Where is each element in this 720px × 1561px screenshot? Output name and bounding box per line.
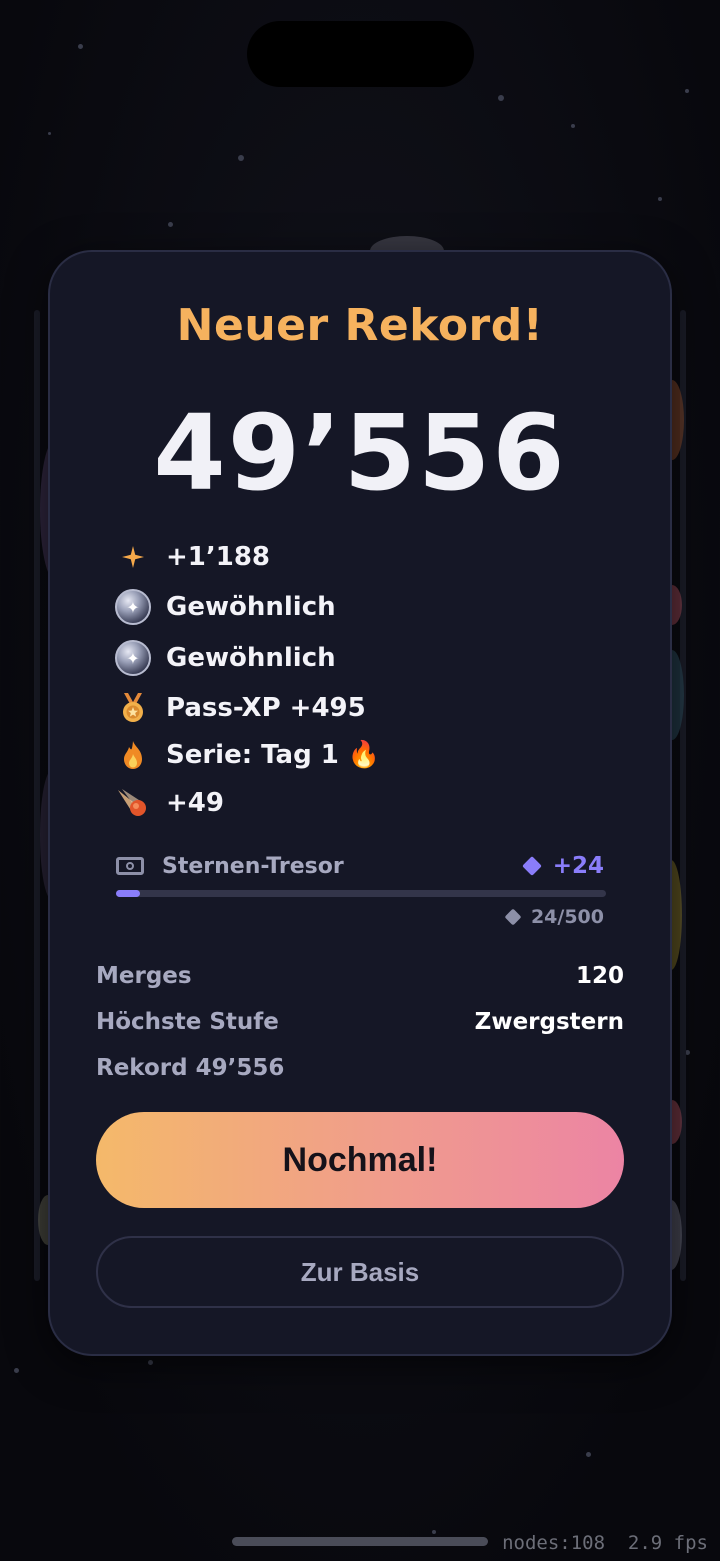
- reward-row: +49: [112, 783, 224, 823]
- sparkle-icon: [112, 536, 154, 578]
- stat-value: Zwergstern: [474, 1009, 624, 1035]
- diamond-icon: [521, 856, 542, 876]
- common-orb-icon: ✦: [112, 586, 154, 628]
- stat-value: 120: [575, 963, 624, 989]
- stat-label: Rekord 49’556: [96, 1055, 285, 1081]
- star-dot: [685, 89, 689, 93]
- reward-text: Gewöhnlich: [166, 592, 336, 622]
- final-score: 49’556: [153, 392, 567, 514]
- star-dot: [14, 1368, 19, 1373]
- vault-row: Sternen-Tresor +24: [116, 848, 604, 884]
- reward-text: Serie: Tag 1 🔥: [166, 740, 381, 770]
- star-dot: [498, 95, 504, 101]
- vault-progress-bar: [116, 890, 606, 897]
- vault-progress-count: 24/500: [504, 906, 604, 928]
- stat-row-merges: Merges 120: [96, 960, 624, 992]
- vault-progress-fill: [116, 890, 140, 897]
- reward-row: ✦ Gewöhnlich: [112, 587, 336, 627]
- star-dot: [658, 197, 662, 201]
- star-dot: [238, 155, 244, 161]
- reward-text: +1’188: [166, 542, 271, 572]
- star-dot: [48, 132, 51, 135]
- reward-text: Pass-XP +495: [166, 693, 366, 723]
- back-to-base-button[interactable]: Zur Basis: [96, 1236, 624, 1308]
- vault-count-value: 24/500: [530, 906, 604, 928]
- star-dot: [78, 44, 83, 49]
- debug-fps: 2.9 fps: [627, 1532, 708, 1554]
- common-orb-icon: ✦: [112, 637, 154, 679]
- vault-label: Sternen-Tresor: [162, 853, 344, 879]
- reward-text: +49: [166, 788, 224, 818]
- reward-row: +1’188: [112, 537, 270, 577]
- stat-row-highest-tier: Höchste Stufe Zwergstern: [96, 1006, 624, 1038]
- dynamic-island: [247, 21, 474, 87]
- reward-row: ✦ Gewöhnlich: [112, 638, 336, 678]
- new-record-title: Neuer Rekord!: [176, 300, 544, 351]
- vault-gain-value: +24: [552, 853, 604, 879]
- vault-icon: [116, 857, 144, 875]
- debug-overlay: nodes:108 2.9 fps: [502, 1532, 708, 1554]
- star-dot: [168, 222, 173, 227]
- home-indicator[interactable]: [232, 1537, 488, 1546]
- debug-nodes: nodes:108: [502, 1532, 606, 1554]
- star-dot: [571, 124, 575, 128]
- stat-label: Höchste Stufe: [96, 1009, 279, 1035]
- vault-gain: +24: [521, 853, 604, 879]
- star-dot: [586, 1452, 591, 1457]
- stat-row-record: Rekord 49’556: [96, 1052, 624, 1084]
- reward-text: Gewöhnlich: [166, 643, 336, 673]
- play-again-button[interactable]: Nochmal!: [96, 1112, 624, 1208]
- reward-row: Serie: Tag 1 🔥: [112, 735, 380, 775]
- comet-icon: [112, 782, 154, 824]
- diamond-icon: [504, 908, 522, 926]
- medal-icon: [112, 687, 154, 729]
- reward-row: Pass-XP +495: [112, 688, 366, 728]
- flame-icon: [112, 734, 154, 776]
- star-dot: [432, 1530, 436, 1534]
- star-dot: [148, 1360, 153, 1365]
- stat-label: Merges: [96, 963, 192, 989]
